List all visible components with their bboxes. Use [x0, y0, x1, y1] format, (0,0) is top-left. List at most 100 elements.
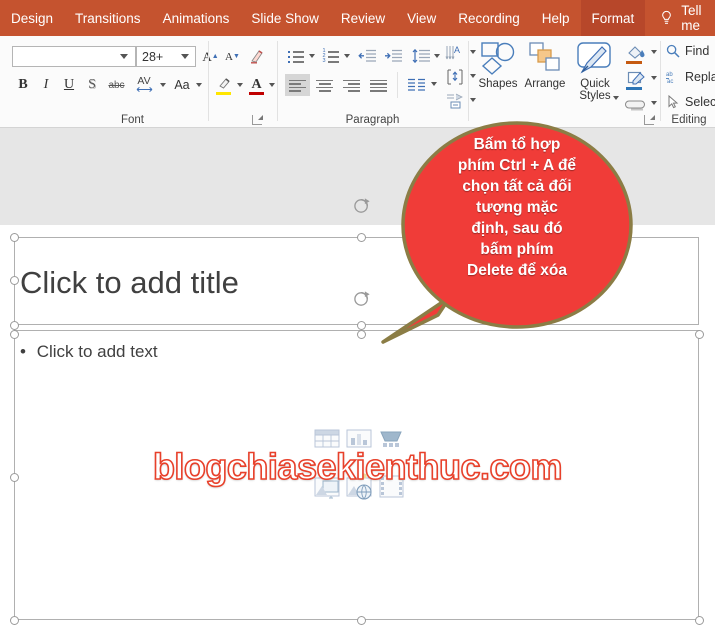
content-handle-top-right[interactable] [695, 330, 704, 339]
chevron-down-icon [120, 54, 128, 59]
clear-formatting-button[interactable] [246, 45, 268, 68]
tab-design[interactable]: Design [0, 0, 64, 36]
numbering-button[interactable]: 1 2 3 [320, 46, 342, 66]
title-handle-bottom-center[interactable] [357, 321, 366, 330]
strikethrough-label: abc [108, 79, 125, 91]
tab-recording[interactable]: Recording [447, 0, 531, 36]
insert-chart-icon [346, 429, 372, 448]
select-button[interactable]: Select [666, 95, 715, 109]
shape-fill-chevron-down-icon[interactable] [651, 50, 657, 54]
line-spacing-button[interactable] [410, 46, 432, 66]
title-placeholder-text[interactable]: Click to add title [20, 265, 239, 301]
font-name-combobox[interactable] [12, 46, 136, 67]
decrease-indent-button[interactable] [356, 46, 379, 66]
quick-styles-button[interactable]: Quick Styles [569, 40, 621, 114]
shapes-label: Shapes [478, 78, 518, 90]
ribbon-group-font: 28+ A ▲ A ▼ B [0, 36, 278, 128]
body-placeholder-text[interactable]: • Click to add text [20, 342, 158, 362]
tab-review[interactable]: Review [330, 0, 396, 36]
highlight-chevron-down-icon[interactable] [237, 83, 243, 87]
decrease-font-size-button[interactable]: A ▼ [222, 46, 243, 67]
numbering-icon: 1 2 3 [323, 48, 340, 64]
find-button[interactable]: Find [666, 44, 709, 58]
arrange-button[interactable]: Arrange [522, 40, 568, 114]
drawing-dialog-launcher[interactable] [644, 115, 655, 125]
content-handle-top-left[interactable] [10, 330, 19, 339]
replace-icon: ab ac [666, 72, 673, 84]
bold-button[interactable]: B [12, 74, 34, 96]
align-right-button[interactable] [339, 74, 364, 96]
character-spacing-chevron-down-icon[interactable] [160, 83, 166, 87]
increase-font-size-button[interactable]: A ▲ [200, 46, 221, 67]
content-rotate-handle[interactable] [353, 289, 372, 308]
tab-view[interactable]: View [396, 0, 447, 36]
bullets-button[interactable] [285, 46, 307, 66]
underline-button[interactable]: U [58, 74, 80, 96]
text-direction-button[interactable]: A [443, 42, 467, 64]
justify-button[interactable] [366, 74, 391, 96]
align-right-icon [343, 79, 360, 92]
shape-outline-button[interactable] [624, 68, 648, 90]
tab-slide-show[interactable]: Slide Show [240, 0, 330, 36]
content-handle-bottom-left[interactable] [10, 616, 19, 625]
font-color-swatch [249, 92, 264, 95]
powerpoint-window: Design Transitions Animations Slide Show… [0, 0, 715, 637]
bullets-chevron-down-icon[interactable] [309, 54, 315, 58]
change-case-chevron-down-icon[interactable] [196, 83, 202, 87]
shapes-button[interactable]: Shapes [475, 40, 521, 114]
content-placeholder-icons[interactable] [313, 426, 405, 514]
columns-chevron-down-icon[interactable] [431, 82, 437, 86]
arrange-label: Arrange [524, 78, 566, 90]
insert-smartart-icon [380, 431, 402, 447]
tab-format[interactable]: Format [580, 0, 646, 36]
align-center-button[interactable] [312, 74, 337, 96]
content-handle-middle-left[interactable] [10, 473, 19, 482]
font-size-combobox[interactable]: 28+ [136, 46, 196, 67]
arrange-icon [529, 42, 560, 71]
text-highlight-icon [219, 78, 230, 89]
font-dialog-launcher[interactable] [252, 115, 263, 125]
decrease-indent-icon [358, 49, 376, 62]
line-spacing-chevron-down-icon[interactable] [434, 54, 440, 58]
shape-effects-button[interactable] [624, 93, 648, 115]
columns-button[interactable] [404, 74, 428, 96]
title-handle-top-center[interactable] [357, 233, 366, 242]
increase-indent-button[interactable] [382, 46, 405, 66]
tab-transitions[interactable]: Transitions [64, 0, 152, 36]
underline-label: U [63, 77, 75, 92]
align-left-icon [289, 79, 306, 92]
shape-effects-icon [625, 100, 645, 111]
title-handle-bottom-left[interactable] [10, 321, 19, 330]
title-handle-top-left[interactable] [10, 233, 19, 242]
align-left-button[interactable] [285, 74, 310, 96]
content-handle-bottom-right[interactable] [695, 616, 704, 625]
italic-button[interactable]: I [35, 74, 57, 96]
shape-fill-button[interactable] [624, 42, 648, 64]
text-highlight-color-button[interactable] [214, 72, 235, 96]
drawing-editing-divider [660, 41, 661, 121]
font-color-chevron-down-icon[interactable] [269, 83, 275, 87]
body-placeholder-label: Click to add text [36, 342, 158, 361]
convert-to-smartart-button[interactable] [443, 90, 467, 112]
tab-animations[interactable]: Animations [152, 0, 241, 36]
text-shadow-button[interactable]: S [81, 74, 103, 96]
content-handle-bottom-center[interactable] [357, 616, 366, 625]
numbering-chevron-down-icon[interactable] [344, 54, 350, 58]
svg-text:A: A [454, 45, 460, 55]
title-rotate-handle[interactable] [353, 196, 372, 215]
font-color-button[interactable]: A [246, 72, 267, 96]
svg-text:ac: ac [667, 79, 673, 84]
shape-outline-chevron-down-icon[interactable] [651, 76, 657, 80]
align-text-button[interactable] [443, 66, 467, 88]
tell-me-box[interactable]: Tell me [645, 3, 715, 33]
change-case-button[interactable]: Aa [170, 74, 194, 96]
content-handle-top-center[interactable] [357, 330, 366, 339]
line-spacing-icon [412, 49, 430, 63]
strikethrough-button[interactable]: abc [104, 74, 129, 96]
shape-effects-chevron-down-icon[interactable] [651, 101, 657, 105]
tab-help[interactable]: Help [531, 0, 581, 36]
replace-button[interactable]: ab ac Repla [666, 70, 715, 84]
title-handle-middle-left[interactable] [10, 276, 19, 285]
character-spacing-button[interactable]: AV [130, 72, 158, 96]
text-shadow-label: S [88, 77, 96, 92]
